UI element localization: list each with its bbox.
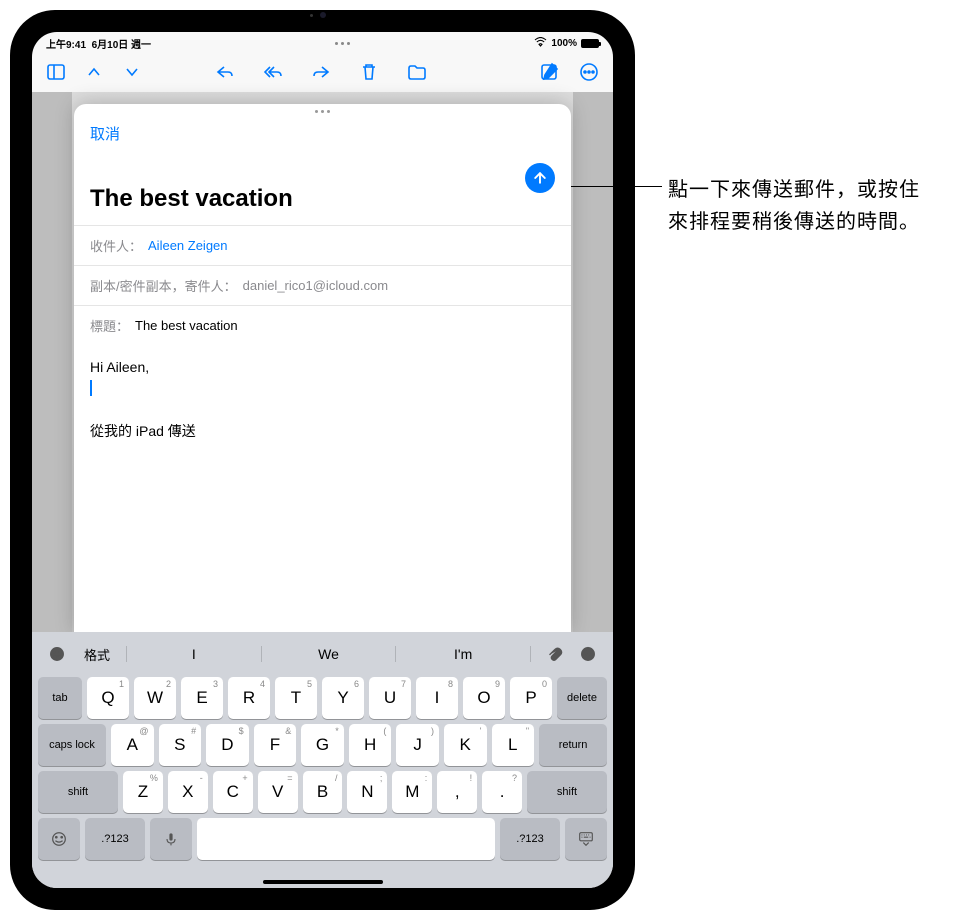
key-n[interactable]: ;N: [347, 771, 387, 813]
key-m[interactable]: :M: [392, 771, 432, 813]
key-space[interactable]: [197, 818, 495, 860]
suggestion-2[interactable]: We: [262, 646, 397, 662]
kb-row4: .?123 .?123: [36, 818, 609, 860]
format-button[interactable]: 格式: [76, 645, 118, 664]
trash-icon[interactable]: [359, 62, 379, 82]
key-emoji[interactable]: [38, 818, 80, 860]
wifi-icon: [534, 37, 547, 50]
ipad-frame: 上午9:41 6月10日 週一 100%: [10, 10, 635, 910]
emoji-globe-icon[interactable]: [42, 640, 72, 668]
signature: 從我的 iPad 傳送: [90, 421, 555, 442]
key-h[interactable]: (H: [349, 724, 392, 766]
key-s[interactable]: #S: [159, 724, 202, 766]
more-icon[interactable]: [579, 62, 599, 82]
key-numeric-right[interactable]: .?123: [500, 818, 560, 860]
key-v[interactable]: =V: [258, 771, 298, 813]
suggestion-1[interactable]: I: [127, 646, 262, 662]
key-o[interactable]: 9O: [463, 677, 505, 719]
status-time: 上午9:41: [46, 40, 86, 51]
folder-icon[interactable]: [407, 62, 427, 82]
compose-title: The best vacation: [74, 185, 571, 225]
key-g[interactable]: *G: [301, 724, 344, 766]
kb-row1: tab 1Q 2W 3E 4R 5T 6Y 7U 8I 9O 0P delete: [36, 677, 609, 719]
subject-label: 標題：: [90, 316, 129, 335]
key-r[interactable]: 4R: [228, 677, 270, 719]
key-e[interactable]: 3E: [181, 677, 223, 719]
key-i[interactable]: 8I: [416, 677, 458, 719]
key-x[interactable]: -X: [168, 771, 208, 813]
key-delete[interactable]: delete: [557, 677, 607, 719]
subject-value: The best vacation: [135, 318, 238, 333]
key-period[interactable]: ?.: [482, 771, 522, 813]
to-label: 收件人：: [90, 236, 142, 255]
to-field[interactable]: 收件人： Aileen Zeigen: [74, 225, 571, 265]
compose-icon[interactable]: [539, 62, 559, 82]
key-tab[interactable]: tab: [38, 677, 82, 719]
ipad-screen: 上午9:41 6月10日 週一 100%: [32, 32, 613, 888]
callout-text: 點一下來傳送郵件，或按住來排程要稍後傳送的時間。: [668, 174, 938, 238]
key-comma[interactable]: !,: [437, 771, 477, 813]
sheet-grabber[interactable]: [74, 104, 571, 113]
key-dismiss-keyboard[interactable]: [565, 818, 607, 860]
cc-field[interactable]: 副本/密件副本，寄件人： daniel_rico1@icloud.com: [74, 265, 571, 305]
key-a[interactable]: @A: [111, 724, 154, 766]
reply-icon[interactable]: [215, 62, 235, 82]
callout: 點一下來傳送郵件，或按住來排程要稍後傳送的時間。: [524, 174, 938, 238]
send-button[interactable]: [525, 163, 555, 193]
cancel-button[interactable]: 取消: [90, 119, 120, 144]
cc-from-value: daniel_rico1@icloud.com: [243, 278, 388, 293]
key-shift-right[interactable]: shift: [527, 771, 607, 813]
key-f[interactable]: &F: [254, 724, 297, 766]
subject-field[interactable]: 標題： The best vacation: [74, 305, 571, 345]
reply-all-icon[interactable]: [263, 62, 283, 82]
key-l[interactable]: "L: [492, 724, 535, 766]
key-capslock[interactable]: caps lock: [38, 724, 106, 766]
status-bar: 上午9:41 6月10日 週一 100%: [32, 32, 613, 52]
text-cursor: [90, 380, 92, 396]
kb-row2: caps lock @A #S $D &F *G (H )J 'K "L ret…: [36, 724, 609, 766]
keyboard-top-bar: 格式 I We I'm: [36, 636, 609, 672]
key-p[interactable]: 0P: [510, 677, 552, 719]
key-c[interactable]: +C: [213, 771, 253, 813]
key-return[interactable]: return: [539, 724, 607, 766]
cc-label: 副本/密件副本，寄件人：: [90, 276, 237, 295]
key-q[interactable]: 1Q: [87, 677, 129, 719]
status-right: 100%: [534, 37, 599, 50]
sidebar-icon[interactable]: [46, 62, 66, 82]
key-t[interactable]: 5T: [275, 677, 317, 719]
key-u[interactable]: 7U: [369, 677, 411, 719]
status-left: 上午9:41 6月10日 週一: [46, 36, 151, 51]
home-indicator[interactable]: [263, 880, 383, 884]
markup-icon[interactable]: [573, 640, 603, 668]
key-shift-left[interactable]: shift: [38, 771, 118, 813]
forward-icon[interactable]: [311, 62, 331, 82]
chevron-up-icon[interactable]: [84, 62, 104, 82]
compose-body[interactable]: Hi Aileen, 從我的 iPad 傳送: [74, 345, 571, 634]
status-center-dots[interactable]: [335, 42, 350, 45]
key-z[interactable]: %Z: [123, 771, 163, 813]
front-camera: [320, 12, 326, 18]
suggestion-bar: I We I'm: [126, 646, 531, 662]
mail-toolbar: [32, 52, 613, 92]
battery-icon: [581, 39, 599, 48]
kb-row3: shift %Z -X +C =V /B ;N :M !, ?. shift: [36, 771, 609, 813]
status-date: 6月10日 週一: [92, 40, 151, 51]
key-d[interactable]: $D: [206, 724, 249, 766]
keyboard: 格式 I We I'm tab 1Q 2W 3E 4R 5T: [32, 632, 613, 888]
attachment-icon[interactable]: [539, 640, 569, 668]
body-greeting: Hi Aileen,: [90, 357, 555, 378]
battery-pct: 100%: [551, 38, 577, 49]
key-numeric-left[interactable]: .?123: [85, 818, 145, 860]
key-k[interactable]: 'K: [444, 724, 487, 766]
key-dictation[interactable]: [150, 818, 192, 860]
key-b[interactable]: /B: [303, 771, 343, 813]
compose-sheet: 取消 The best vacation 收件人： Aileen Zeigen …: [74, 104, 571, 634]
suggestion-3[interactable]: I'm: [396, 646, 530, 662]
key-j[interactable]: )J: [396, 724, 439, 766]
key-w[interactable]: 2W: [134, 677, 176, 719]
recipient-token[interactable]: Aileen Zeigen: [148, 238, 228, 253]
key-y[interactable]: 6Y: [322, 677, 364, 719]
